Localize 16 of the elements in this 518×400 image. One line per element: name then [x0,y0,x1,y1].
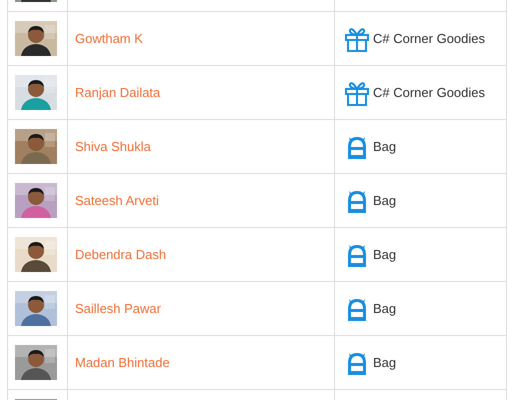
member-name-link[interactable]: Ranjan Dailata [75,85,160,100]
member-name-link[interactable]: Shiva Shukla [75,139,151,154]
member-name-link[interactable]: Debendra Dash [75,247,166,262]
member-name-link[interactable]: Saillesh Pawar [75,301,161,316]
gift-icon [344,80,370,106]
prize-label: Bag [373,355,396,370]
prize-label: C# Corner Goodies [373,31,485,46]
member-name-link[interactable]: Madan Bhintade [75,355,170,370]
prize-label: Bag [373,247,396,262]
prize-label: C# Corner Goodies [373,85,485,100]
prize-label: Bag [373,139,396,154]
prize-label: Bag [373,193,396,208]
prize-label: Bag [373,301,396,316]
member-name-link[interactable]: Sateesh Arveti [75,193,159,208]
member-name-link[interactable]: Gowtham K [75,31,143,46]
gift-icon [344,26,370,52]
